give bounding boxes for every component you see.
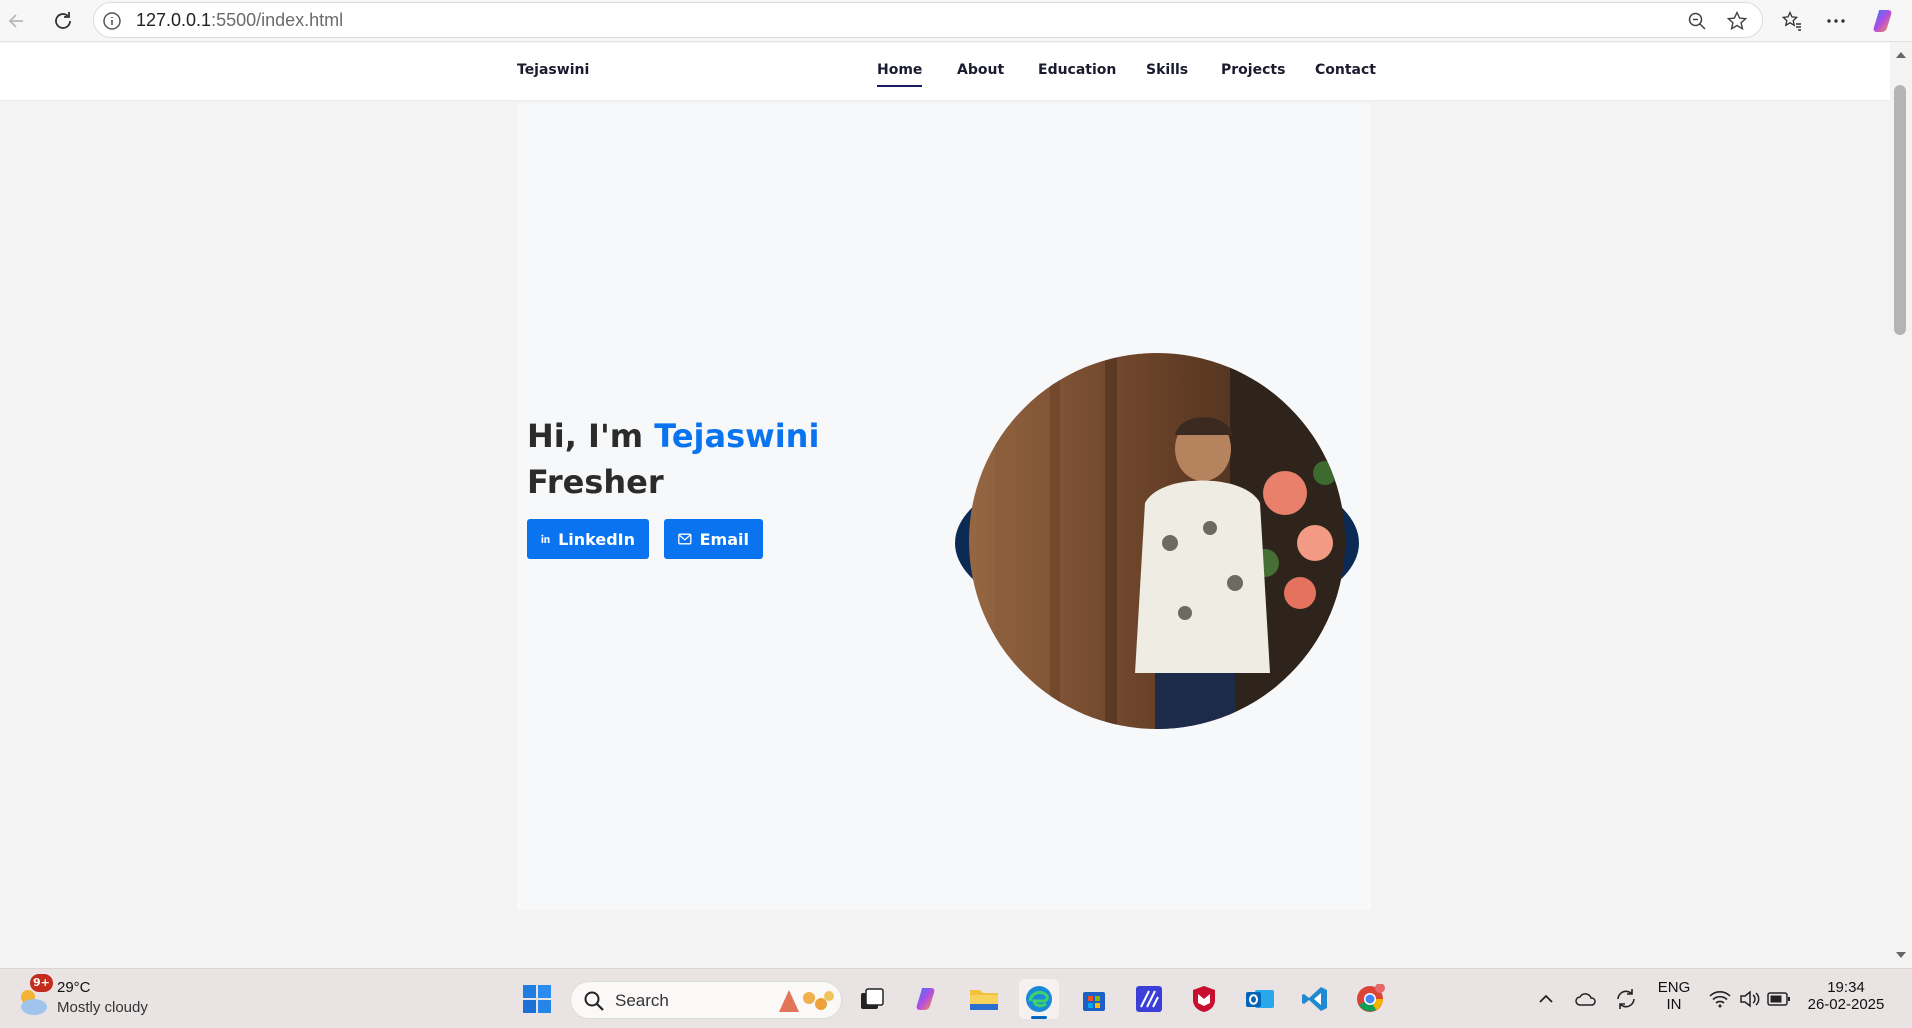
profile-photo: [955, 353, 1360, 729]
copilot-app-icon: [916, 988, 935, 1010]
hero-section: Hi, I'm Tejaswini Fresher LinkedIn Email: [517, 103, 1371, 910]
back-button[interactable]: [0, 4, 34, 38]
scroll-up-icon[interactable]: [1895, 49, 1907, 61]
folder-icon: [970, 990, 998, 1010]
copilot-button[interactable]: [1868, 4, 1902, 38]
favorites-button[interactable]: [1775, 4, 1809, 38]
scroll-down-icon[interactable]: [1895, 949, 1907, 961]
weather-widget[interactable]: 9+ 29°C Mostly cloudy: [14, 974, 174, 1021]
store-icon: [1083, 992, 1105, 1011]
scroll-thumb[interactable]: [1894, 85, 1906, 335]
nav-about[interactable]: About: [957, 62, 1004, 78]
chevron-up-icon[interactable]: [1537, 990, 1555, 1008]
hero-role: Fresher: [527, 463, 664, 501]
favorite-star-icon[interactable]: [1723, 7, 1751, 35]
hero-greeting: Hi, I'm: [527, 417, 655, 455]
file-explorer-app[interactable]: [964, 979, 1004, 1019]
shield-icon: [1193, 986, 1215, 1012]
wifi-icon[interactable]: [1709, 990, 1731, 1008]
store-app[interactable]: [1074, 979, 1114, 1019]
reload-button[interactable]: [46, 4, 80, 38]
site-navbar: Tejaswini Home About Education Skills Pr…: [0, 43, 1890, 101]
volume-icon[interactable]: [1739, 990, 1761, 1008]
vscode-icon: [1302, 987, 1327, 1011]
mcafee-app[interactable]: [1184, 979, 1224, 1019]
favorites-icon: [1781, 10, 1801, 31]
remote-app[interactable]: [1129, 979, 1169, 1019]
outlook-app[interactable]: [1240, 979, 1280, 1019]
copilot-icon: [1873, 10, 1892, 32]
edge-icon: [1026, 986, 1052, 1012]
nav-contact[interactable]: Contact: [1315, 62, 1376, 78]
reload-icon: [55, 12, 71, 29]
nav-home[interactable]: Home: [877, 62, 923, 87]
sync-icon[interactable]: [1614, 988, 1638, 1010]
site-info-icon[interactable]: [102, 11, 122, 35]
onedrive-icon[interactable]: [1574, 990, 1598, 1008]
search-icon: [584, 991, 604, 1011]
email-label: Email: [699, 529, 749, 549]
page-scrollbar[interactable]: [1890, 43, 1912, 968]
copilot-app[interactable]: [908, 979, 948, 1019]
email-button[interactable]: Email: [664, 519, 763, 559]
hero-name: Tejaswini: [654, 417, 820, 455]
url-text: 127.0.0.1:5500/index.html: [136, 10, 343, 31]
lang-region: IN: [1666, 996, 1682, 1013]
linkedin-icon: [541, 534, 550, 543]
lang-code: ENG: [1657, 979, 1691, 996]
chrome-icon: [1357, 984, 1385, 1012]
address-bar[interactable]: 127.0.0.1:5500/index.html: [93, 2, 1763, 38]
outlook-icon: [1246, 990, 1274, 1008]
weather-badge: 9+: [30, 974, 53, 992]
task-view-icon: [861, 988, 884, 1009]
nav-projects[interactable]: Projects: [1221, 62, 1285, 78]
taskbar-search[interactable]: Search: [570, 981, 842, 1019]
mail-icon: [678, 533, 692, 545]
start-button[interactable]: [517, 979, 557, 1019]
zoom-out-icon[interactable]: [1683, 7, 1711, 35]
clock-time: 19:34: [1827, 979, 1865, 996]
nav-skills[interactable]: Skills: [1146, 62, 1188, 78]
more-menu-button[interactable]: [1819, 4, 1853, 38]
vscode-app[interactable]: [1295, 979, 1335, 1019]
linkedin-button[interactable]: LinkedIn: [527, 519, 649, 559]
browser-toolbar: 127.0.0.1:5500/index.html: [0, 0, 1912, 42]
edge-app[interactable]: [1019, 979, 1059, 1019]
windows-taskbar: 9+ 29°C Mostly cloudy Search ENG IN 19:3…: [0, 968, 1912, 1028]
search-highlight-icon: [779, 990, 834, 1012]
hero-heading: Hi, I'm Tejaswini: [527, 413, 819, 459]
clock-date: 26-02-2025: [1807, 996, 1885, 1013]
task-view-button[interactable]: [852, 979, 892, 1019]
app-tile-icon: [1136, 986, 1162, 1012]
ellipsis-icon: [1827, 19, 1845, 23]
url-path: :5500/index.html: [211, 10, 344, 30]
site-brand[interactable]: Tejaswini: [517, 62, 589, 78]
chrome-app[interactable]: [1350, 979, 1390, 1019]
linkedin-label: LinkedIn: [558, 529, 635, 549]
weather-temp: 29°C: [57, 979, 91, 996]
clock[interactable]: 19:34 26-02-2025: [1800, 979, 1892, 1013]
page-viewport: Tejaswini Home About Education Skills Pr…: [0, 43, 1890, 968]
nav-education[interactable]: Education: [1038, 62, 1116, 78]
weather-condition: Mostly cloudy: [57, 999, 148, 1016]
search-label: Search: [615, 991, 669, 1010]
windows-logo-icon: [523, 985, 551, 1013]
battery-icon[interactable]: [1767, 991, 1791, 1007]
language-indicator[interactable]: ENG IN: [1652, 979, 1696, 1013]
back-arrow-icon: [8, 14, 23, 28]
url-host: 127.0.0.1: [136, 10, 212, 30]
